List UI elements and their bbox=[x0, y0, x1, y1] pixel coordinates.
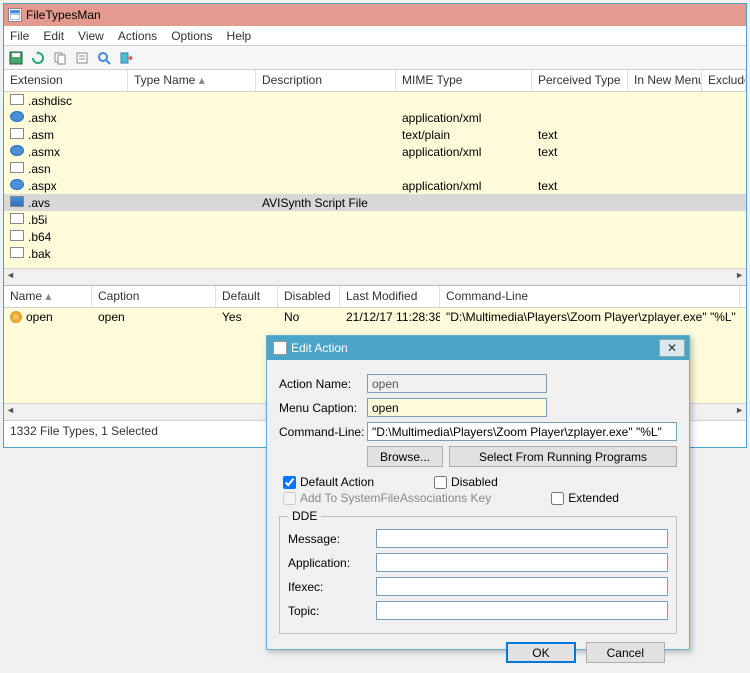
col-command-line[interactable]: Command-Line bbox=[440, 286, 740, 307]
file-icon bbox=[10, 162, 24, 173]
table-row[interactable]: .b64 bbox=[4, 228, 746, 245]
command-line-field[interactable] bbox=[367, 422, 677, 441]
col-mime-type[interactable]: MIME Type bbox=[396, 70, 532, 91]
dialog-title: Edit Action bbox=[291, 341, 348, 355]
ok-button[interactable]: OK bbox=[506, 642, 575, 663]
dde-group: DDE Message: Application: Ifexec: Topic: bbox=[279, 509, 677, 634]
table-row[interactable]: .asmxapplication/xmltext bbox=[4, 143, 746, 160]
menu-edit[interactable]: Edit bbox=[43, 29, 64, 43]
dde-ifexec-label: Ifexec: bbox=[288, 580, 376, 594]
edit-action-dialog: Edit Action ✕ Action Name: Menu Caption:… bbox=[266, 335, 690, 650]
properties-icon[interactable] bbox=[74, 50, 90, 66]
file-types-grid: Extension Type Name ▴ Description MIME T… bbox=[4, 70, 746, 285]
menu-caption-field[interactable] bbox=[367, 398, 547, 417]
action-name-field bbox=[367, 374, 547, 393]
menu-file[interactable]: File bbox=[10, 29, 29, 43]
col-excluded[interactable]: Excluded bbox=[702, 70, 746, 91]
menu-view[interactable]: View bbox=[78, 29, 104, 43]
save-icon[interactable] bbox=[8, 50, 24, 66]
table-row[interactable]: .asmtext/plaintext bbox=[4, 126, 746, 143]
menu-bar: File Edit View Actions Options Help bbox=[4, 26, 746, 46]
dde-application-label: Application: bbox=[288, 556, 376, 570]
table-row[interactable]: .asn bbox=[4, 160, 746, 177]
command-line-label: Command-Line: bbox=[279, 425, 367, 439]
file-icon bbox=[10, 196, 24, 207]
col-perceived-type[interactable]: Perceived Type bbox=[532, 70, 628, 91]
dde-ifexec-field[interactable] bbox=[376, 577, 668, 596]
col-default[interactable]: Default bbox=[216, 286, 278, 307]
dialog-body: Action Name: Menu Caption: Command-Line:… bbox=[267, 360, 689, 673]
dde-message-label: Message: bbox=[288, 532, 376, 546]
exit-icon[interactable] bbox=[118, 50, 134, 66]
grid-header: Name ▴ Caption Default Disabled Last Mod… bbox=[4, 286, 746, 308]
file-icon bbox=[10, 247, 24, 258]
grid-body[interactable]: .ashdisc.ashxapplication/xml.asmtext/pla… bbox=[4, 92, 746, 268]
menu-actions[interactable]: Actions bbox=[118, 29, 157, 43]
dde-legend: DDE bbox=[288, 509, 321, 523]
col-description[interactable]: Description bbox=[256, 70, 396, 91]
sort-asc-icon: ▴ bbox=[45, 289, 51, 303]
col-last-modified[interactable]: Last Modified bbox=[340, 286, 440, 307]
find-icon[interactable] bbox=[96, 50, 112, 66]
extended-checkbox[interactable]: Extended bbox=[551, 491, 619, 505]
file-icon bbox=[10, 111, 24, 122]
gear-icon bbox=[10, 311, 22, 323]
col-type-name[interactable]: Type Name ▴ bbox=[128, 70, 256, 91]
sort-asc-icon: ▴ bbox=[199, 73, 205, 87]
app-icon bbox=[273, 341, 287, 355]
table-row[interactable]: .bak bbox=[4, 245, 746, 262]
add-to-sys-checkbox: Add To SystemFileAssociations Key bbox=[283, 491, 491, 505]
close-button[interactable]: ✕ bbox=[659, 339, 685, 357]
close-icon: ✕ bbox=[667, 341, 677, 355]
disabled-checkbox[interactable]: Disabled bbox=[434, 475, 498, 489]
menu-caption-label: Menu Caption: bbox=[279, 401, 367, 415]
default-action-checkbox[interactable]: Default Action bbox=[283, 475, 374, 489]
menu-help[interactable]: Help bbox=[227, 29, 252, 43]
table-row[interactable]: .ashxapplication/xml bbox=[4, 109, 746, 126]
cancel-button[interactable]: Cancel bbox=[586, 642, 665, 663]
copy-icon[interactable] bbox=[52, 50, 68, 66]
file-icon bbox=[10, 230, 24, 241]
browse-button[interactable]: Browse... bbox=[367, 446, 443, 467]
app-icon bbox=[8, 8, 22, 22]
col-name[interactable]: Name ▴ bbox=[4, 286, 92, 307]
menu-options[interactable]: Options bbox=[171, 29, 212, 43]
table-row[interactable]: openopenYesNo21/12/17 11:28:38"D:\Multim… bbox=[4, 308, 746, 325]
table-row[interactable]: .avsAVISynth Script File bbox=[4, 194, 746, 211]
file-icon bbox=[10, 213, 24, 224]
file-icon bbox=[10, 94, 24, 105]
dde-application-field[interactable] bbox=[376, 553, 668, 572]
table-row[interactable]: .ashdisc bbox=[4, 92, 746, 109]
horizontal-scrollbar[interactable] bbox=[4, 268, 746, 285]
table-row[interactable]: .aspxapplication/xmltext bbox=[4, 177, 746, 194]
col-caption[interactable]: Caption bbox=[92, 286, 216, 307]
toolbar bbox=[4, 46, 746, 70]
dde-topic-field[interactable] bbox=[376, 601, 668, 620]
col-extension[interactable]: Extension bbox=[4, 70, 128, 91]
dde-message-field[interactable] bbox=[376, 529, 668, 548]
dialog-title-bar[interactable]: Edit Action ✕ bbox=[267, 336, 689, 360]
select-from-running-button[interactable]: Select From Running Programs bbox=[449, 446, 677, 467]
title-bar[interactable]: FileTypesMan bbox=[4, 4, 746, 26]
action-name-label: Action Name: bbox=[279, 377, 367, 391]
table-row[interactable]: .b5i bbox=[4, 211, 746, 228]
window-title: FileTypesMan bbox=[26, 8, 101, 22]
col-in-new-menu[interactable]: In New Menu bbox=[628, 70, 702, 91]
file-icon bbox=[10, 179, 24, 190]
col-disabled[interactable]: Disabled bbox=[278, 286, 340, 307]
grid-header: Extension Type Name ▴ Description MIME T… bbox=[4, 70, 746, 92]
file-icon bbox=[10, 128, 24, 139]
dde-topic-label: Topic: bbox=[288, 604, 376, 618]
file-icon bbox=[10, 145, 24, 156]
refresh-icon[interactable] bbox=[30, 50, 46, 66]
